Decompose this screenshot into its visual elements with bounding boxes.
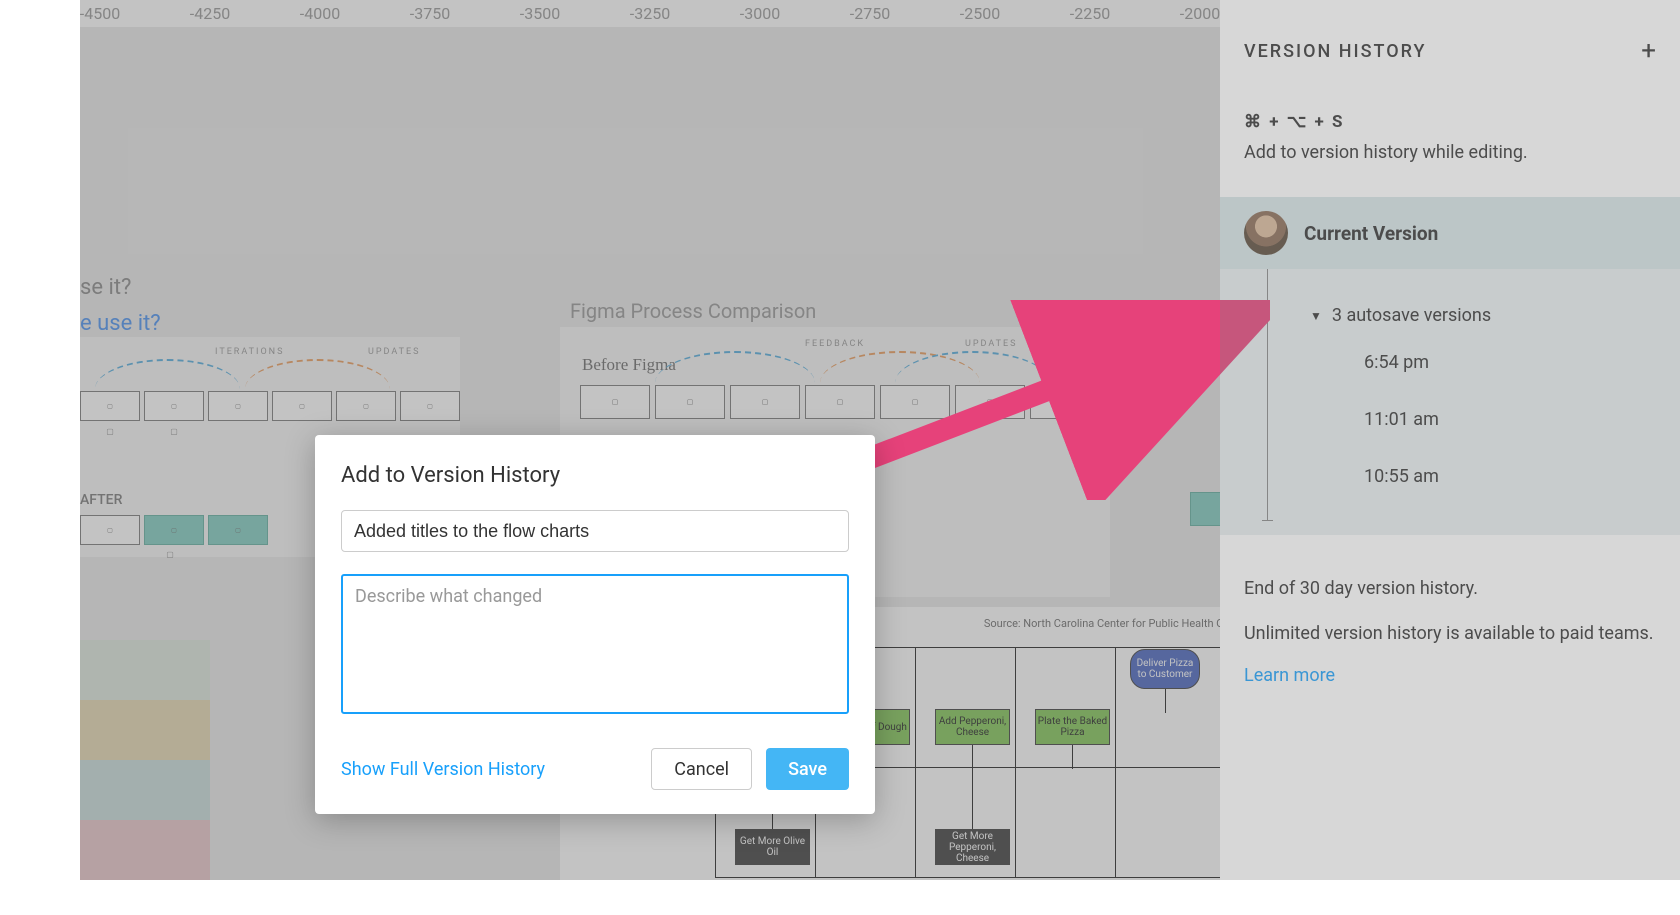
ruler-tick: -2750 — [850, 4, 890, 23]
swatch — [80, 760, 210, 820]
current-version-row[interactable]: Current Version — [1220, 197, 1680, 269]
save-button[interactable]: Save — [766, 748, 849, 790]
phase-label: ITERATIONS — [215, 347, 284, 357]
frame-label: se it? — [80, 275, 131, 300]
autosave-label: 3 autosave versions — [1332, 305, 1491, 326]
end-of-history-text: End of 30 day version history. — [1244, 575, 1656, 602]
phase-label: UPDATES — [368, 347, 420, 357]
current-version-label: Current Version — [1304, 222, 1438, 245]
ruler-tick: -2000 — [1180, 4, 1220, 23]
pizza-plate-box: Plate the Baked Pizza — [1035, 709, 1110, 745]
ruler-tick: -3500 — [520, 4, 560, 23]
ruler-tick: -3250 — [630, 4, 670, 23]
cancel-button[interactable]: Cancel — [651, 748, 752, 790]
pizza-more-oil-box: Get More Olive Oil — [735, 829, 810, 865]
swatch — [80, 700, 210, 760]
pizza-pepperoni-box: Add Pepperoni, Cheese — [935, 709, 1010, 745]
pizza-deliver-box: Deliver Pizza to Customer — [1130, 649, 1200, 689]
ruler-tick: -4250 — [190, 4, 230, 23]
unlimited-info-text: Unlimited version history is available t… — [1244, 620, 1656, 647]
caret-down-icon: ▼ — [1310, 309, 1322, 323]
autosave-toggle[interactable]: ▼ 3 autosave versions — [1244, 275, 1656, 334]
shortcut-hint: Add to version history while editing. — [1244, 142, 1656, 163]
phase-label: UPDATES — [965, 339, 1017, 349]
shortcut-keys: ⌘ + ⌥ + S — [1244, 112, 1656, 132]
after-label: AFTER — [80, 492, 122, 508]
version-time-row[interactable]: 6:54 pm — [1244, 334, 1656, 391]
phase-label: FEEDBACK — [805, 339, 865, 349]
pizza-more-pep-box: Get More Pepperoni, Cheese — [935, 829, 1010, 865]
ruler-tick: -2250 — [1070, 4, 1110, 23]
add-to-version-history-modal: Add to Version History Show Full Version… — [315, 435, 875, 814]
ruler-tick: -4500 — [80, 4, 120, 23]
ruler-tick: -2500 — [960, 4, 1000, 23]
color-swatches — [80, 640, 210, 880]
panel-title: VERSION HISTORY — [1244, 41, 1427, 62]
pizza-source-label: Source: North Carolina Center for Public… — [984, 617, 1250, 630]
learn-more-link[interactable]: Learn more — [1244, 665, 1656, 686]
swatch — [80, 820, 210, 880]
version-history-panel: VERSION HISTORY + ⌘ + ⌥ + S Add to versi… — [1220, 0, 1680, 880]
version-description-textarea[interactable] — [341, 574, 849, 714]
version-time-row[interactable]: 10:55 am — [1244, 448, 1656, 505]
show-full-history-link[interactable]: Show Full Version History — [341, 759, 545, 780]
add-version-button[interactable]: + — [1641, 38, 1656, 64]
figma-process-title: Figma Process Comparison — [570, 299, 816, 323]
ruler-tick: -3750 — [410, 4, 450, 23]
version-time-row[interactable]: 11:01 am — [1244, 391, 1656, 448]
user-avatar — [1244, 211, 1288, 255]
swatch — [80, 640, 210, 700]
version-timeline: ▼ 3 autosave versions 6:54 pm 11:01 am 1… — [1220, 269, 1680, 535]
version-title-input[interactable] — [341, 510, 849, 552]
ruler-tick: -3000 — [740, 4, 780, 23]
ruler-tick: -4000 — [300, 4, 340, 23]
frame-label-selected[interactable]: e use it? — [80, 311, 161, 336]
modal-title: Add to Version History — [341, 463, 849, 488]
